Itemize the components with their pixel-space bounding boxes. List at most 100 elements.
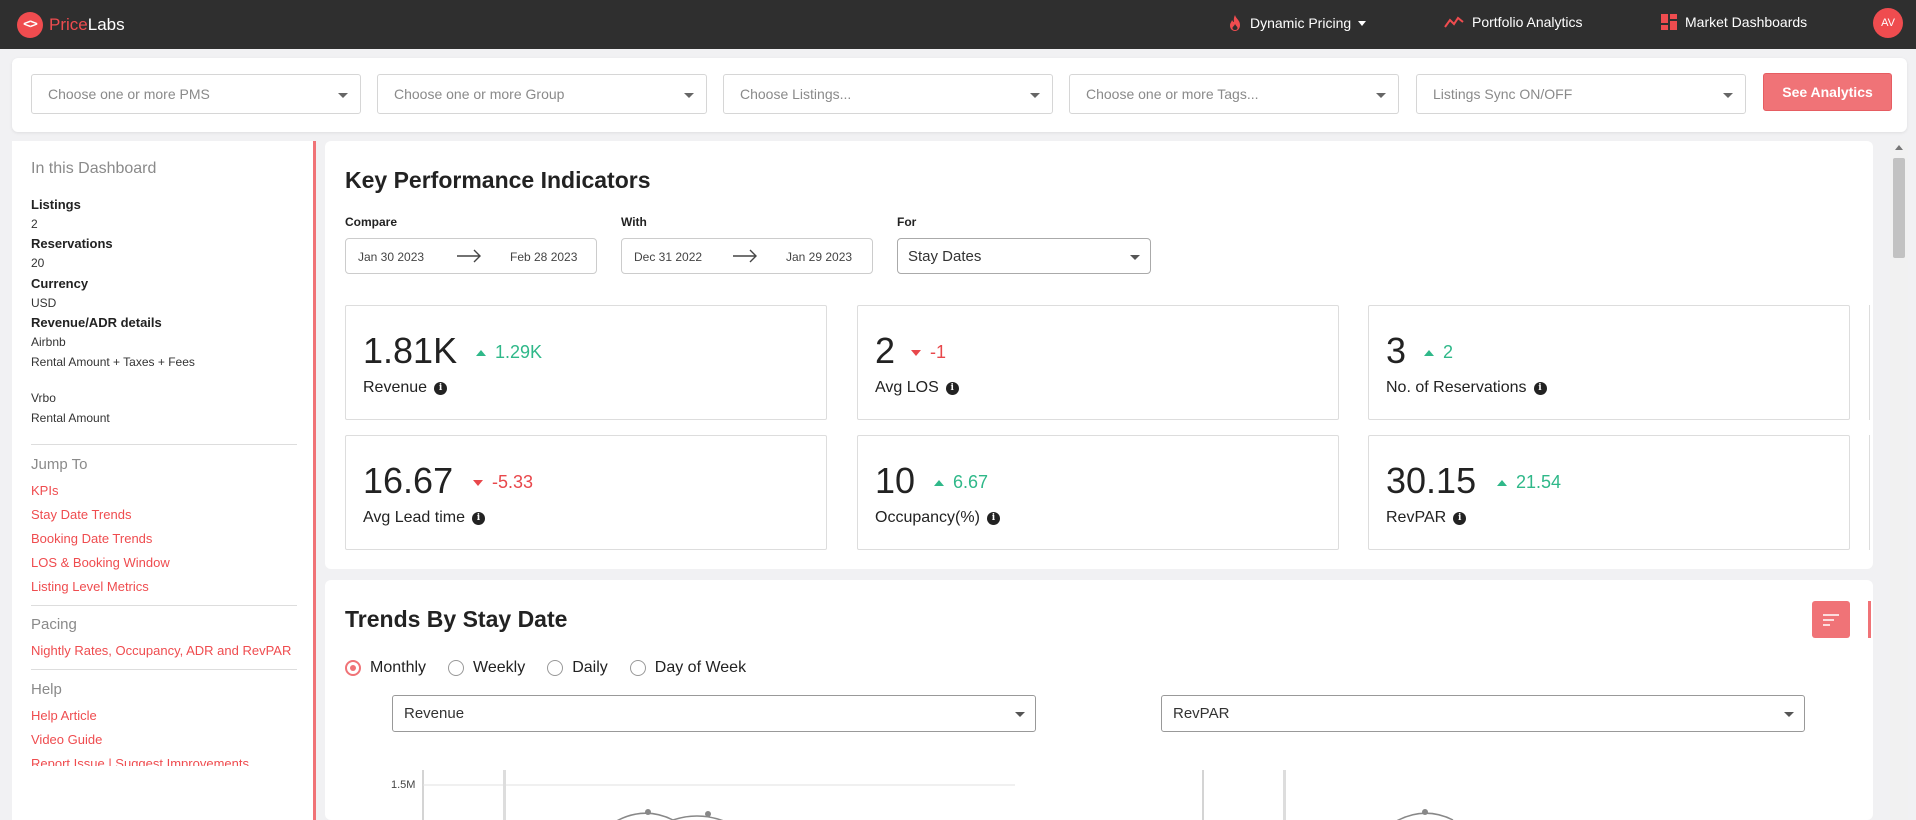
right-metric-select[interactable]: RevPAR bbox=[1161, 695, 1805, 732]
kpi-card-partial bbox=[1869, 305, 1873, 420]
currency-label: Currency bbox=[31, 276, 89, 291]
kpi-value: 16.67 bbox=[363, 460, 454, 501]
scroll-thumb[interactable] bbox=[1893, 158, 1905, 258]
nav-portfolio-analytics-label: Portfolio Analytics bbox=[1472, 14, 1583, 30]
triangle-up-icon bbox=[1424, 349, 1434, 356]
arrow-right-icon bbox=[457, 249, 481, 263]
user-avatar[interactable]: AV bbox=[1873, 8, 1903, 38]
group-select[interactable]: Choose one or more Group bbox=[377, 74, 707, 114]
nav-market-dashboards[interactable]: Market Dashboards bbox=[1661, 14, 1807, 30]
caret-down-icon bbox=[1723, 93, 1733, 98]
caret-down-icon bbox=[1015, 712, 1025, 717]
vrbo-name: Vrbo bbox=[31, 391, 56, 405]
reservations-label: Reservations bbox=[31, 236, 113, 251]
caret-down-icon bbox=[1358, 20, 1367, 26]
kpi-delta: -5.33 bbox=[473, 472, 533, 493]
listings-label: Listings bbox=[31, 197, 81, 212]
airbnb-desc: Rental Amount + Taxes + Fees bbox=[31, 355, 195, 369]
sync-select[interactable]: Listings Sync ON/OFF bbox=[1416, 74, 1746, 114]
nav-portfolio-analytics[interactable]: Portfolio Analytics bbox=[1444, 14, 1583, 30]
sidebar-heading: In this Dashboard bbox=[31, 160, 157, 177]
panel-accent-bar bbox=[1868, 601, 1871, 638]
radio-weekly[interactable]: Weekly bbox=[448, 659, 525, 677]
reservations-value: 20 bbox=[31, 256, 45, 270]
scroll-up-arrow-icon[interactable] bbox=[1895, 145, 1903, 150]
kpi-label: RevPAR i bbox=[1386, 509, 1467, 527]
pacing-heading: Pacing bbox=[31, 616, 77, 633]
trend-charts-partial bbox=[422, 770, 1454, 820]
sidebar-divider bbox=[31, 605, 297, 606]
info-icon[interactable]: i bbox=[434, 381, 448, 395]
kpi-card-reservations: 3 2 No. of Reservations i bbox=[1368, 305, 1850, 420]
help-heading: Help bbox=[31, 681, 62, 698]
pacing-link[interactable]: Nightly Rates, Occupancy, ADR and RevPAR bbox=[31, 643, 291, 658]
pricelabs-logo[interactable]: <> PriceLabs bbox=[17, 11, 125, 38]
nav-dynamic-pricing[interactable]: Dynamic Pricing bbox=[1228, 14, 1367, 32]
kpi-value: 1.81K bbox=[363, 330, 458, 371]
sort-lines-icon bbox=[1823, 613, 1839, 626]
radio-empty-icon bbox=[547, 660, 564, 676]
jump-link-booking-date-trends[interactable]: Booking Date Trends bbox=[31, 531, 152, 546]
jump-link-kpis[interactable]: KPIs bbox=[31, 483, 58, 498]
triangle-down-icon bbox=[911, 349, 921, 356]
granularity-radio-group: Monthly Weekly Daily Day of Week bbox=[345, 659, 768, 677]
nav-market-dashboards-label: Market Dashboards bbox=[1685, 14, 1808, 30]
sidebar-divider bbox=[31, 669, 297, 670]
kpi-delta: 1.29K bbox=[476, 342, 542, 363]
jump-link-stay-date-trends[interactable]: Stay Date Trends bbox=[31, 507, 131, 522]
left-chart-point bbox=[645, 809, 651, 815]
nav-dynamic-pricing-label: Dynamic Pricing bbox=[1250, 15, 1352, 31]
listings-select[interactable]: Choose Listings... bbox=[723, 74, 1053, 114]
kpi-value: 10 bbox=[875, 460, 916, 501]
currency-value: USD bbox=[31, 296, 57, 310]
left-chart-point bbox=[705, 811, 711, 817]
left-metric-select[interactable]: Revenue bbox=[392, 695, 1036, 732]
video-guide-link[interactable]: Video Guide bbox=[31, 732, 102, 747]
pms-select[interactable]: Choose one or more PMS bbox=[31, 74, 361, 114]
with-date-range[interactable]: Dec 31 2022 Jan 29 2023 bbox=[621, 238, 873, 274]
for-label: For bbox=[897, 215, 917, 229]
jump-link-listing-level-metrics[interactable]: Listing Level Metrics bbox=[31, 579, 149, 594]
compare-label: Compare bbox=[345, 215, 398, 229]
info-icon[interactable]: i bbox=[986, 511, 1000, 525]
kpi-label: Occupancy(%) i bbox=[875, 509, 1000, 527]
logo-text: PriceLabs bbox=[49, 14, 125, 34]
for-select[interactable]: Stay Dates bbox=[897, 238, 1151, 274]
kpi-label: Avg LOS i bbox=[875, 379, 959, 397]
info-icon[interactable]: i bbox=[472, 511, 485, 525]
sidebar-bottom bbox=[12, 767, 315, 820]
kpi-delta: 21.54 bbox=[1497, 472, 1561, 493]
radio-selected-icon bbox=[345, 660, 361, 676]
radio-day-of-week[interactable]: Day of Week bbox=[629, 659, 746, 677]
kpi-panel: Key Performance Indicators Compare Jan 3… bbox=[325, 141, 1873, 569]
help-article-link[interactable]: Help Article bbox=[31, 708, 97, 723]
radio-empty-icon bbox=[448, 660, 465, 676]
caret-down-icon bbox=[338, 93, 348, 98]
radio-monthly[interactable]: Monthly bbox=[345, 659, 426, 677]
trends-title: Trends By Stay Date bbox=[345, 606, 568, 632]
kpi-card-occupancy: 10 6.67 Occupancy(%) i bbox=[857, 435, 1339, 550]
triangle-up-icon bbox=[476, 349, 486, 356]
info-icon[interactable]: i bbox=[945, 381, 959, 395]
kpi-card-revenue: 1.81K 1.29K Revenue i bbox=[345, 305, 827, 420]
revenue-details-label: Revenue/ADR details bbox=[31, 315, 162, 330]
radio-daily[interactable]: Daily bbox=[547, 659, 608, 677]
see-analytics-button[interactable]: See Analytics bbox=[1763, 73, 1892, 111]
filter-bar: Choose one or more PMS Choose one or mor… bbox=[12, 58, 1907, 132]
pricelabs-logo-icon: <> bbox=[17, 11, 43, 38]
trends-panel: Trends By Stay Date Monthly Weekly Daily… bbox=[325, 580, 1873, 820]
info-icon[interactable]: i bbox=[1453, 511, 1467, 525]
kpi-delta: 2 bbox=[1424, 342, 1453, 363]
jump-link-los-booking-window[interactable]: LOS & Booking Window bbox=[31, 555, 170, 570]
kpi-label: Avg Lead time i bbox=[363, 509, 485, 527]
dashboard-grid-icon bbox=[1661, 14, 1677, 30]
page-scrollbar[interactable] bbox=[1890, 141, 1908, 820]
info-icon[interactable]: i bbox=[1533, 381, 1547, 395]
sort-filter-button[interactable] bbox=[1812, 601, 1850, 638]
triangle-up-icon bbox=[1497, 479, 1507, 486]
report-issue-link[interactable]: Report Issue | Suggest Improvements bbox=[31, 756, 249, 766]
trend-line-icon bbox=[1444, 16, 1464, 28]
compare-date-range[interactable]: Jan 30 2023 Feb 28 2023 bbox=[345, 238, 597, 274]
kpi-delta: 6.67 bbox=[934, 472, 988, 493]
tags-select[interactable]: Choose one or more Tags... bbox=[1069, 74, 1399, 114]
